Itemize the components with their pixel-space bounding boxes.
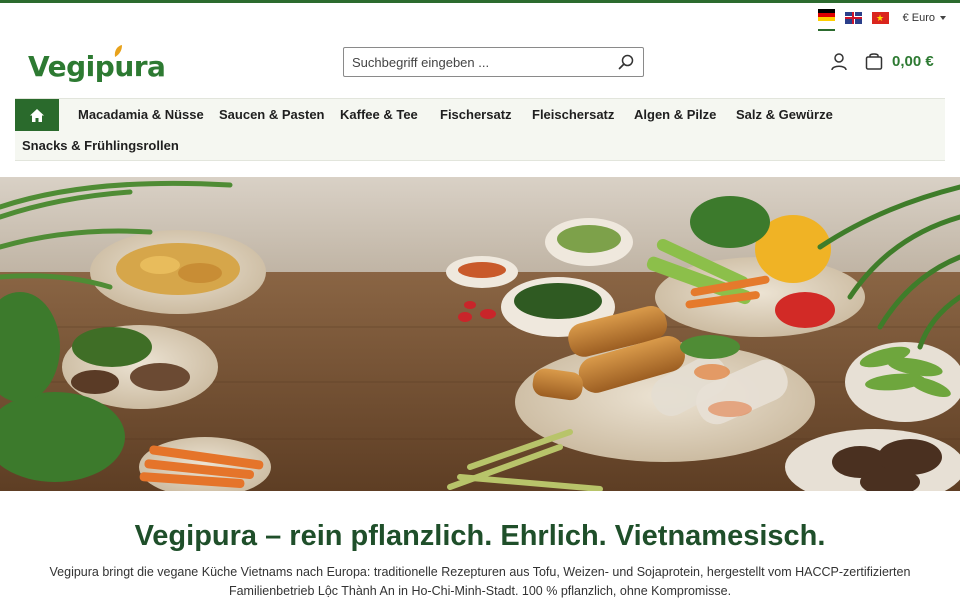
top-bar: ★ € Euro bbox=[817, 8, 946, 31]
uk-flag-icon[interactable] bbox=[844, 11, 862, 24]
currency-label: € Euro bbox=[902, 11, 935, 24]
hero-banner[interactable] bbox=[0, 177, 960, 491]
user-icon bbox=[831, 53, 847, 71]
nav-item-saucen-pasten[interactable]: Saucen & Pasten bbox=[219, 107, 325, 123]
leaf-icon bbox=[114, 45, 122, 57]
language-de[interactable] bbox=[817, 8, 835, 31]
currency-selector[interactable]: € Euro bbox=[903, 12, 946, 24]
nav-item-fischersatz[interactable]: Fischersatz bbox=[440, 107, 512, 123]
nav-item-fleischersatz[interactable]: Fleischersatz bbox=[532, 107, 614, 123]
page-headline: Vegipura – rein pflanzlich. Ehrlich. Vie… bbox=[134, 520, 826, 552]
nav-item-algen-pilze[interactable]: Algen & Pilze bbox=[634, 107, 716, 123]
nav-item-kaffee-tee[interactable]: Kaffee & Tee bbox=[340, 107, 418, 123]
intro-text: Vegipura bringt die vegane Küche Vietnam… bbox=[49, 565, 911, 598]
main-navigation: Macadamia & Nüsse Saucen & Pasten Kaffee… bbox=[15, 98, 945, 161]
search-icon bbox=[618, 54, 634, 70]
german-flag-icon[interactable] bbox=[817, 8, 835, 21]
cart-total: 0,00 € bbox=[892, 52, 934, 70]
home-button[interactable] bbox=[15, 99, 59, 131]
account-button[interactable] bbox=[829, 52, 849, 72]
nav-item-macadamia-nuesse[interactable]: Macadamia & Nüsse bbox=[78, 107, 204, 123]
nav-item-snacks-fruehlingsrollen[interactable]: Snacks & Frühlingsrollen bbox=[22, 138, 179, 154]
logo-text: Vegipura bbox=[28, 50, 166, 83]
vietnam-flag-icon[interactable]: ★ bbox=[871, 11, 889, 24]
chevron-down-icon bbox=[940, 15, 946, 20]
home-icon bbox=[30, 108, 44, 122]
search-button[interactable] bbox=[609, 48, 643, 76]
top-accent-bar bbox=[0, 0, 960, 3]
logo[interactable]: Vegipura bbox=[28, 44, 166, 84]
nav-item-salz-gewuerze[interactable]: Salz & Gewürze bbox=[736, 107, 833, 123]
cart-button[interactable]: 0,00 € bbox=[864, 51, 934, 71]
search-input[interactable] bbox=[344, 48, 609, 76]
search-bar bbox=[343, 47, 644, 77]
shopping-bag-icon bbox=[865, 53, 883, 70]
hero-food-image bbox=[0, 177, 960, 491]
